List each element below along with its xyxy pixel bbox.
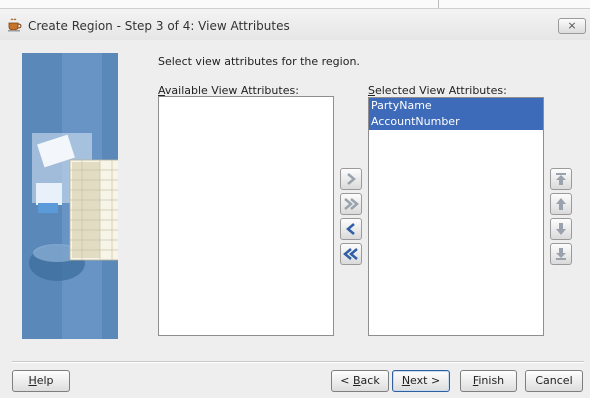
coffee-cup-icon [7, 18, 23, 32]
cancel-button[interactable]: Cancel [525, 370, 583, 392]
move-up-button[interactable] [550, 193, 572, 215]
separator [12, 361, 584, 363]
chevron-right-icon [347, 173, 356, 185]
double-chevron-right-icon [344, 198, 359, 210]
arrow-up-icon [556, 198, 566, 210]
title-bar: Create Region - Step 3 of 4: View Attrib… [0, 0, 590, 40]
list-item-partyname[interactable]: PartyName [369, 98, 543, 114]
move-top-icon [556, 173, 566, 185]
move-all-left-button[interactable] [340, 243, 362, 265]
close-icon: ⨯ [567, 19, 577, 32]
selected-attributes-label: Selected View Attributes: [368, 84, 507, 97]
available-attributes-list[interactable] [158, 96, 334, 336]
list-item-accountnumber[interactable]: AccountNumber [369, 114, 543, 130]
selected-attributes-list[interactable]: PartyName AccountNumber [368, 97, 544, 336]
wizard-illustration [22, 53, 118, 339]
next-button[interactable]: Next > [392, 370, 450, 392]
finish-button[interactable]: Finish [460, 370, 517, 392]
move-bottom-icon [556, 248, 566, 260]
double-chevron-left-icon [343, 248, 358, 260]
close-button[interactable]: ⨯ [558, 18, 586, 34]
move-to-bottom-button[interactable] [550, 243, 572, 265]
move-to-top-button[interactable] [550, 168, 572, 190]
move-left-button[interactable] [340, 218, 362, 240]
move-down-button[interactable] [550, 218, 572, 240]
back-button[interactable]: < Back [331, 370, 389, 392]
chevron-left-icon [346, 223, 355, 235]
window-title: Create Region - Step 3 of 4: View Attrib… [28, 19, 290, 33]
arrow-down-icon [556, 223, 566, 235]
window-edge [0, 0, 590, 9]
help-button[interactable]: Help [12, 370, 70, 392]
move-right-button[interactable] [340, 168, 362, 190]
instruction-text: Select view attributes for the region. [158, 55, 360, 68]
move-all-right-button[interactable] [340, 193, 362, 215]
